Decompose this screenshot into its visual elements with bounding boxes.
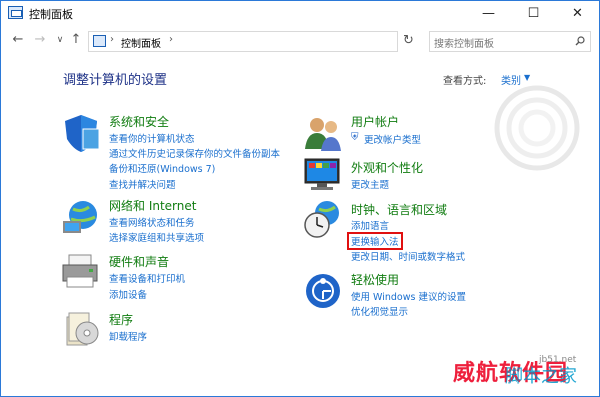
arrow-up-icon: ↑	[70, 32, 82, 47]
maximize-icon: ☐	[527, 6, 540, 21]
up-button[interactable]: ↑	[67, 30, 85, 50]
link-add-device[interactable]: 添加设备	[109, 287, 147, 301]
link-network-status[interactable]: 查看网络状态和任务	[109, 215, 195, 229]
watermark-text-secondary: 脚本之家	[505, 366, 577, 387]
address-bar[interactable]: › 控制面板 › ∨	[88, 31, 482, 52]
link-change-date-time-format[interactable]: 更改日期、时间或数字格式	[351, 249, 465, 263]
minimize-button[interactable]: —	[466, 1, 511, 27]
link-backup-restore[interactable]: 备份和还原(Windows 7)	[109, 161, 215, 175]
close-icon: ✕	[572, 6, 583, 21]
shield-icon[interactable]	[61, 113, 101, 153]
shield-uac-icon: ⛨	[351, 132, 359, 143]
link-devices-printers[interactable]: 查看设备和打印机	[109, 271, 185, 285]
link-add-language[interactable]: 添加语言	[351, 218, 389, 232]
link-file-history-backup[interactable]: 通过文件历史记录保存你的文件备份副本	[109, 146, 280, 160]
ease-of-access-icon[interactable]	[303, 271, 343, 311]
page-title: 调整计算机的设置	[63, 73, 168, 88]
link-optimize-visual-display[interactable]: 优化视觉显示	[351, 304, 408, 318]
category-title-appearance[interactable]: 外观和个性化	[351, 159, 423, 176]
users-icon[interactable]	[303, 113, 343, 153]
control-panel-icon	[93, 35, 106, 47]
search-icon	[575, 36, 585, 46]
category-title-ease-of-access[interactable]: 轻松使用	[351, 271, 399, 288]
view-by-arrow-icon[interactable]: ▼	[524, 73, 530, 82]
back-button[interactable]: ←	[9, 30, 27, 50]
category-title-programs[interactable]: 程序	[109, 311, 133, 328]
link-uninstall-program[interactable]: 卸载程序	[109, 329, 147, 343]
chevron-down-icon: ∨	[56, 35, 64, 45]
view-by-label: 查看方式:	[443, 76, 487, 87]
printer-icon[interactable]	[61, 251, 101, 291]
monitor-personalize-icon[interactable]	[303, 155, 343, 195]
control-panel-window: 控制面板 — ☐ ✕ ← → ∨ ↑ › 控制面板 › ∨ ↻	[0, 0, 600, 397]
breadcrumb-control-panel[interactable]: 控制面板	[121, 35, 161, 50]
title-bar[interactable]: 控制面板 — ☐ ✕	[1, 1, 599, 27]
arrow-left-icon: ←	[12, 32, 24, 47]
arrow-right-icon: →	[34, 32, 46, 47]
link-change-input-method[interactable]: 更换输入法	[347, 232, 403, 250]
link-view-computer-status[interactable]: 查看你的计算机状态	[109, 131, 195, 145]
category-title-system-security[interactable]: 系统和安全	[109, 113, 169, 130]
maximize-button[interactable]: ☐	[511, 1, 556, 27]
category-title-hardware[interactable]: 硬件和声音	[109, 253, 169, 270]
category-title-clock-region[interactable]: 时钟、语言和区域	[351, 201, 447, 218]
clock-globe-icon[interactable]	[303, 199, 343, 239]
chevron-right-icon[interactable]: ›	[110, 34, 114, 45]
window-title: 控制面板	[29, 8, 73, 21]
refresh-icon[interactable]: ↻	[403, 33, 414, 48]
decorative-swirl	[494, 85, 580, 171]
category-title-network[interactable]: 网络和 Internet	[109, 197, 196, 214]
search-placeholder: 搜索控制面板	[434, 39, 494, 50]
category-title-user-accounts[interactable]: 用户帐户	[351, 113, 399, 130]
close-button[interactable]: ✕	[555, 1, 600, 27]
navigation-bar: ← → ∨ ↑ › 控制面板 › ∨ ↻ 搜索控制面板	[1, 28, 599, 54]
network-globe-icon[interactable]	[61, 197, 101, 237]
link-troubleshoot[interactable]: 查找并解决问题	[109, 177, 176, 191]
control-panel-icon	[8, 6, 23, 19]
link-windows-suggested-settings[interactable]: 使用 Windows 建议的设置	[351, 289, 466, 303]
link-change-theme[interactable]: 更改主题	[351, 177, 389, 191]
search-input[interactable]: 搜索控制面板	[429, 31, 591, 52]
programs-disc-icon[interactable]	[61, 309, 101, 349]
minimize-icon: —	[482, 6, 495, 21]
link-change-account-type[interactable]: 更改帐户类型	[364, 132, 421, 146]
chevron-right-icon[interactable]: ›	[169, 34, 173, 45]
forward-button[interactable]: →	[31, 30, 49, 50]
link-homegroup-sharing[interactable]: 选择家庭组和共享选项	[109, 230, 204, 244]
